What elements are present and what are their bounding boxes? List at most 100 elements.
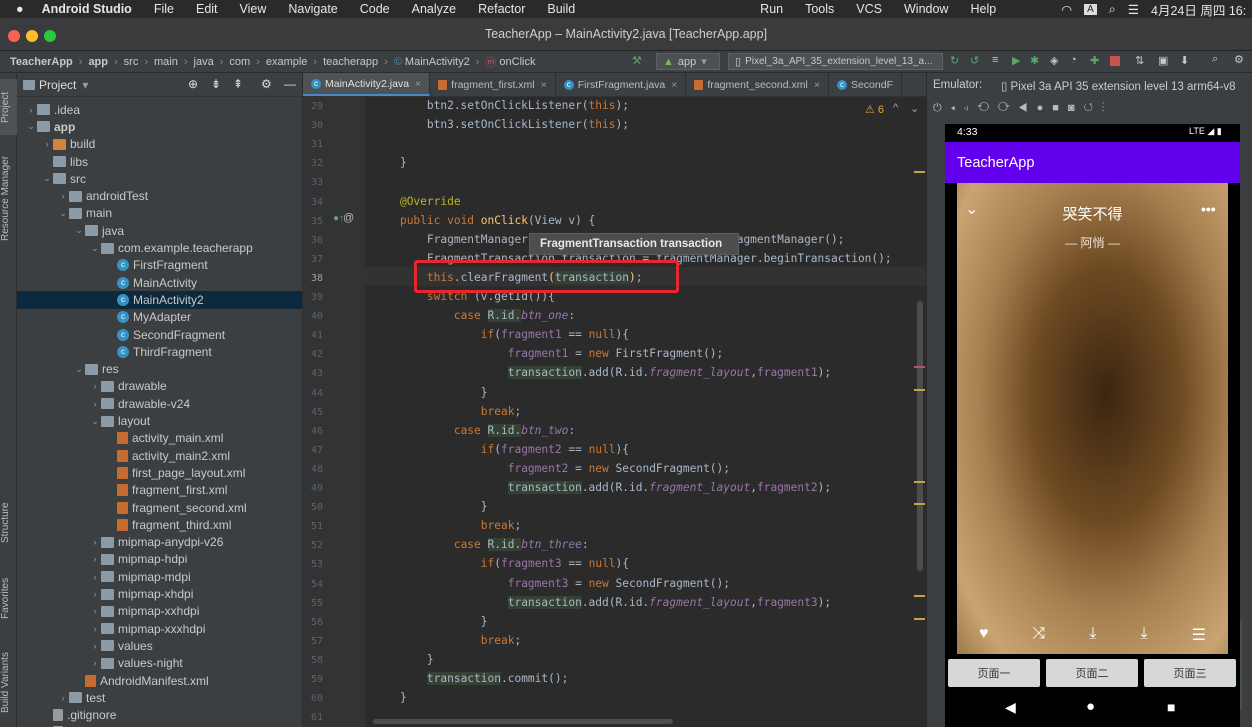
- code-line[interactable]: @Override: [373, 195, 461, 208]
- breadcrumb-item[interactable]: onClick: [499, 56, 535, 68]
- power-icon[interactable]: ⏻: [933, 102, 951, 114]
- tree-item[interactable]: › mipmap-mdpi: [17, 568, 302, 585]
- search-icon[interactable]: ⌕: [1109, 2, 1116, 17]
- logcat-icon[interactable]: ≡: [992, 54, 998, 66]
- chevron-icon[interactable]: ›: [89, 572, 101, 582]
- list-icon[interactable]: ☰: [1192, 625, 1206, 645]
- menu-vcs[interactable]: VCS: [856, 2, 882, 16]
- tree-item[interactable]: c FirstFragment: [17, 257, 302, 274]
- menu-file[interactable]: File: [154, 2, 174, 16]
- tree-item[interactable]: fragment_first.xml: [17, 482, 302, 499]
- menu-refactor[interactable]: Refactor: [478, 2, 525, 16]
- code-line[interactable]: if(fragment1 == null){: [373, 328, 629, 341]
- breadcrumb-item[interactable]: main: [154, 56, 178, 68]
- tree-item[interactable]: ⌄ main: [17, 205, 302, 222]
- tree-item[interactable]: activity_main.xml: [17, 430, 302, 447]
- tree-item[interactable]: AndroidManifest.xml: [17, 672, 302, 689]
- chevron-icon[interactable]: ⌄: [73, 364, 85, 375]
- tree-item[interactable]: › values-night: [17, 655, 302, 672]
- chevron-icon[interactable]: ›: [89, 606, 101, 616]
- volume-up-icon[interactable]: ◂: [951, 102, 964, 114]
- page-three-button[interactable]: 页面三: [1144, 659, 1236, 687]
- settings-icon[interactable]: ⚙: [1234, 53, 1244, 66]
- breadcrumb-item[interactable]: TeacherApp: [10, 56, 73, 68]
- tree-item[interactable]: c MainActivity2: [17, 291, 302, 309]
- tree-item[interactable]: › test: [17, 689, 302, 706]
- code-line[interactable]: break;: [373, 519, 521, 532]
- control-center-icon[interactable]: ☰: [1128, 2, 1139, 17]
- stop-icon[interactable]: [1110, 56, 1120, 66]
- menu-help[interactable]: Help: [970, 2, 996, 16]
- breadcrumb-item[interactable]: teacherapp: [323, 56, 378, 68]
- warnings-indicator[interactable]: ⚠ 6: [865, 103, 884, 116]
- structure-tab[interactable]: Structure: [0, 493, 17, 553]
- tree-item[interactable]: libs: [17, 153, 302, 170]
- chevron-icon[interactable]: ›: [57, 191, 69, 201]
- menu-edit[interactable]: Edit: [196, 2, 218, 16]
- build-variants-tab[interactable]: Build Variants: [0, 643, 17, 723]
- camera-icon[interactable]: ◙: [1068, 102, 1084, 114]
- tree-item[interactable]: c MainActivity: [17, 274, 302, 291]
- menu-build[interactable]: Build: [547, 2, 575, 16]
- chevron-icon[interactable]: ⌄: [41, 173, 53, 184]
- collapse-all-icon[interactable]: ⇞: [233, 77, 243, 91]
- chevron-icon[interactable]: ›: [89, 589, 101, 599]
- code-line[interactable]: if(fragment2 == null){: [373, 443, 629, 456]
- expand-all-icon[interactable]: ⇟: [211, 77, 221, 91]
- chevron-icon[interactable]: ›: [57, 693, 69, 703]
- code-line[interactable]: fragment1 = new FirstFragment();: [373, 347, 724, 360]
- code-line[interactable]: transaction.commit();: [373, 672, 568, 685]
- menu-view[interactable]: View: [240, 2, 267, 16]
- tree-item[interactable]: c SecondFragment: [17, 326, 302, 343]
- menu-analyze[interactable]: Analyze: [412, 2, 456, 16]
- page-one-button[interactable]: 页面一: [948, 659, 1040, 687]
- vertical-scrollbar[interactable]: [917, 301, 923, 571]
- coverage-icon[interactable]: ◈: [1050, 54, 1058, 67]
- tree-item[interactable]: › mipmap-xxhdpi: [17, 603, 302, 620]
- shuffle-icon[interactable]: ⤨: [1033, 625, 1046, 645]
- tree-item[interactable]: › mipmap-anydpi-v26: [17, 534, 302, 551]
- download-icon[interactable]: ⤓: [1089, 625, 1096, 645]
- project-tool-tab[interactable]: Project: [0, 79, 17, 135]
- tree-item[interactable]: › androidTest: [17, 188, 302, 205]
- menubar-date[interactable]: 4月24日 周四 16:: [1151, 0, 1246, 19]
- horizontal-scrollbar[interactable]: [373, 719, 673, 724]
- chevron-icon[interactable]: ›: [89, 381, 101, 391]
- tree-item[interactable]: activity_main2.xml: [17, 447, 302, 464]
- chevron-icon[interactable]: ›: [25, 105, 37, 115]
- code-line[interactable]: }: [373, 691, 407, 704]
- apple-icon[interactable]: ●: [16, 2, 24, 16]
- code-line[interactable]: case R.id.btn_three:: [373, 538, 589, 552]
- chevron-icon[interactable]: ⌄: [73, 225, 85, 236]
- next-highlight-icon[interactable]: ⌄: [910, 102, 919, 115]
- tree-item[interactable]: › mipmap-xhdpi: [17, 585, 302, 602]
- code-line[interactable]: transaction.add(R.id.fragment_layout,fra…: [373, 366, 831, 380]
- more-icon[interactable]: ⋮: [1102, 102, 1114, 114]
- close-icon[interactable]: ×: [671, 79, 677, 91]
- code-line[interactable]: }: [373, 615, 488, 628]
- gear-icon[interactable]: ⚙: [261, 77, 272, 91]
- breadcrumb-item[interactable]: com: [229, 56, 250, 68]
- more-options-icon[interactable]: •••: [1201, 201, 1216, 217]
- nav-home-icon[interactable]: ●: [1086, 698, 1095, 715]
- nav-back-icon[interactable]: ◀: [1005, 699, 1016, 716]
- code-line[interactable]: break;: [373, 405, 521, 418]
- run-icon[interactable]: ▶: [1012, 54, 1020, 67]
- locate-icon[interactable]: ⊕: [188, 77, 198, 91]
- breadcrumb-item[interactable]: src: [124, 56, 139, 68]
- chevron-icon[interactable]: ⌄: [57, 208, 69, 219]
- tab-firstfragment[interactable]: c FirstFragment.java ×: [556, 73, 687, 96]
- debug-icon[interactable]: ✱: [1030, 54, 1039, 67]
- back-icon[interactable]: ◀: [1019, 102, 1037, 114]
- chevron-icon[interactable]: ⌄: [89, 243, 101, 254]
- menu-tools[interactable]: Tools: [805, 2, 834, 16]
- menu-window[interactable]: Window: [904, 2, 948, 16]
- share-icon[interactable]: ⤓: [1141, 625, 1148, 645]
- code-line[interactable]: transaction.add(R.id.fragment_layout,fra…: [373, 481, 831, 494]
- code-line[interactable]: }: [373, 500, 488, 513]
- tree-item[interactable]: ⌄ app: [17, 118, 302, 135]
- chevron-icon[interactable]: ›: [89, 537, 101, 547]
- tree-item[interactable]: › values: [17, 637, 302, 654]
- code-line[interactable]: }: [373, 653, 434, 666]
- overview-icon[interactable]: ■: [1052, 102, 1068, 114]
